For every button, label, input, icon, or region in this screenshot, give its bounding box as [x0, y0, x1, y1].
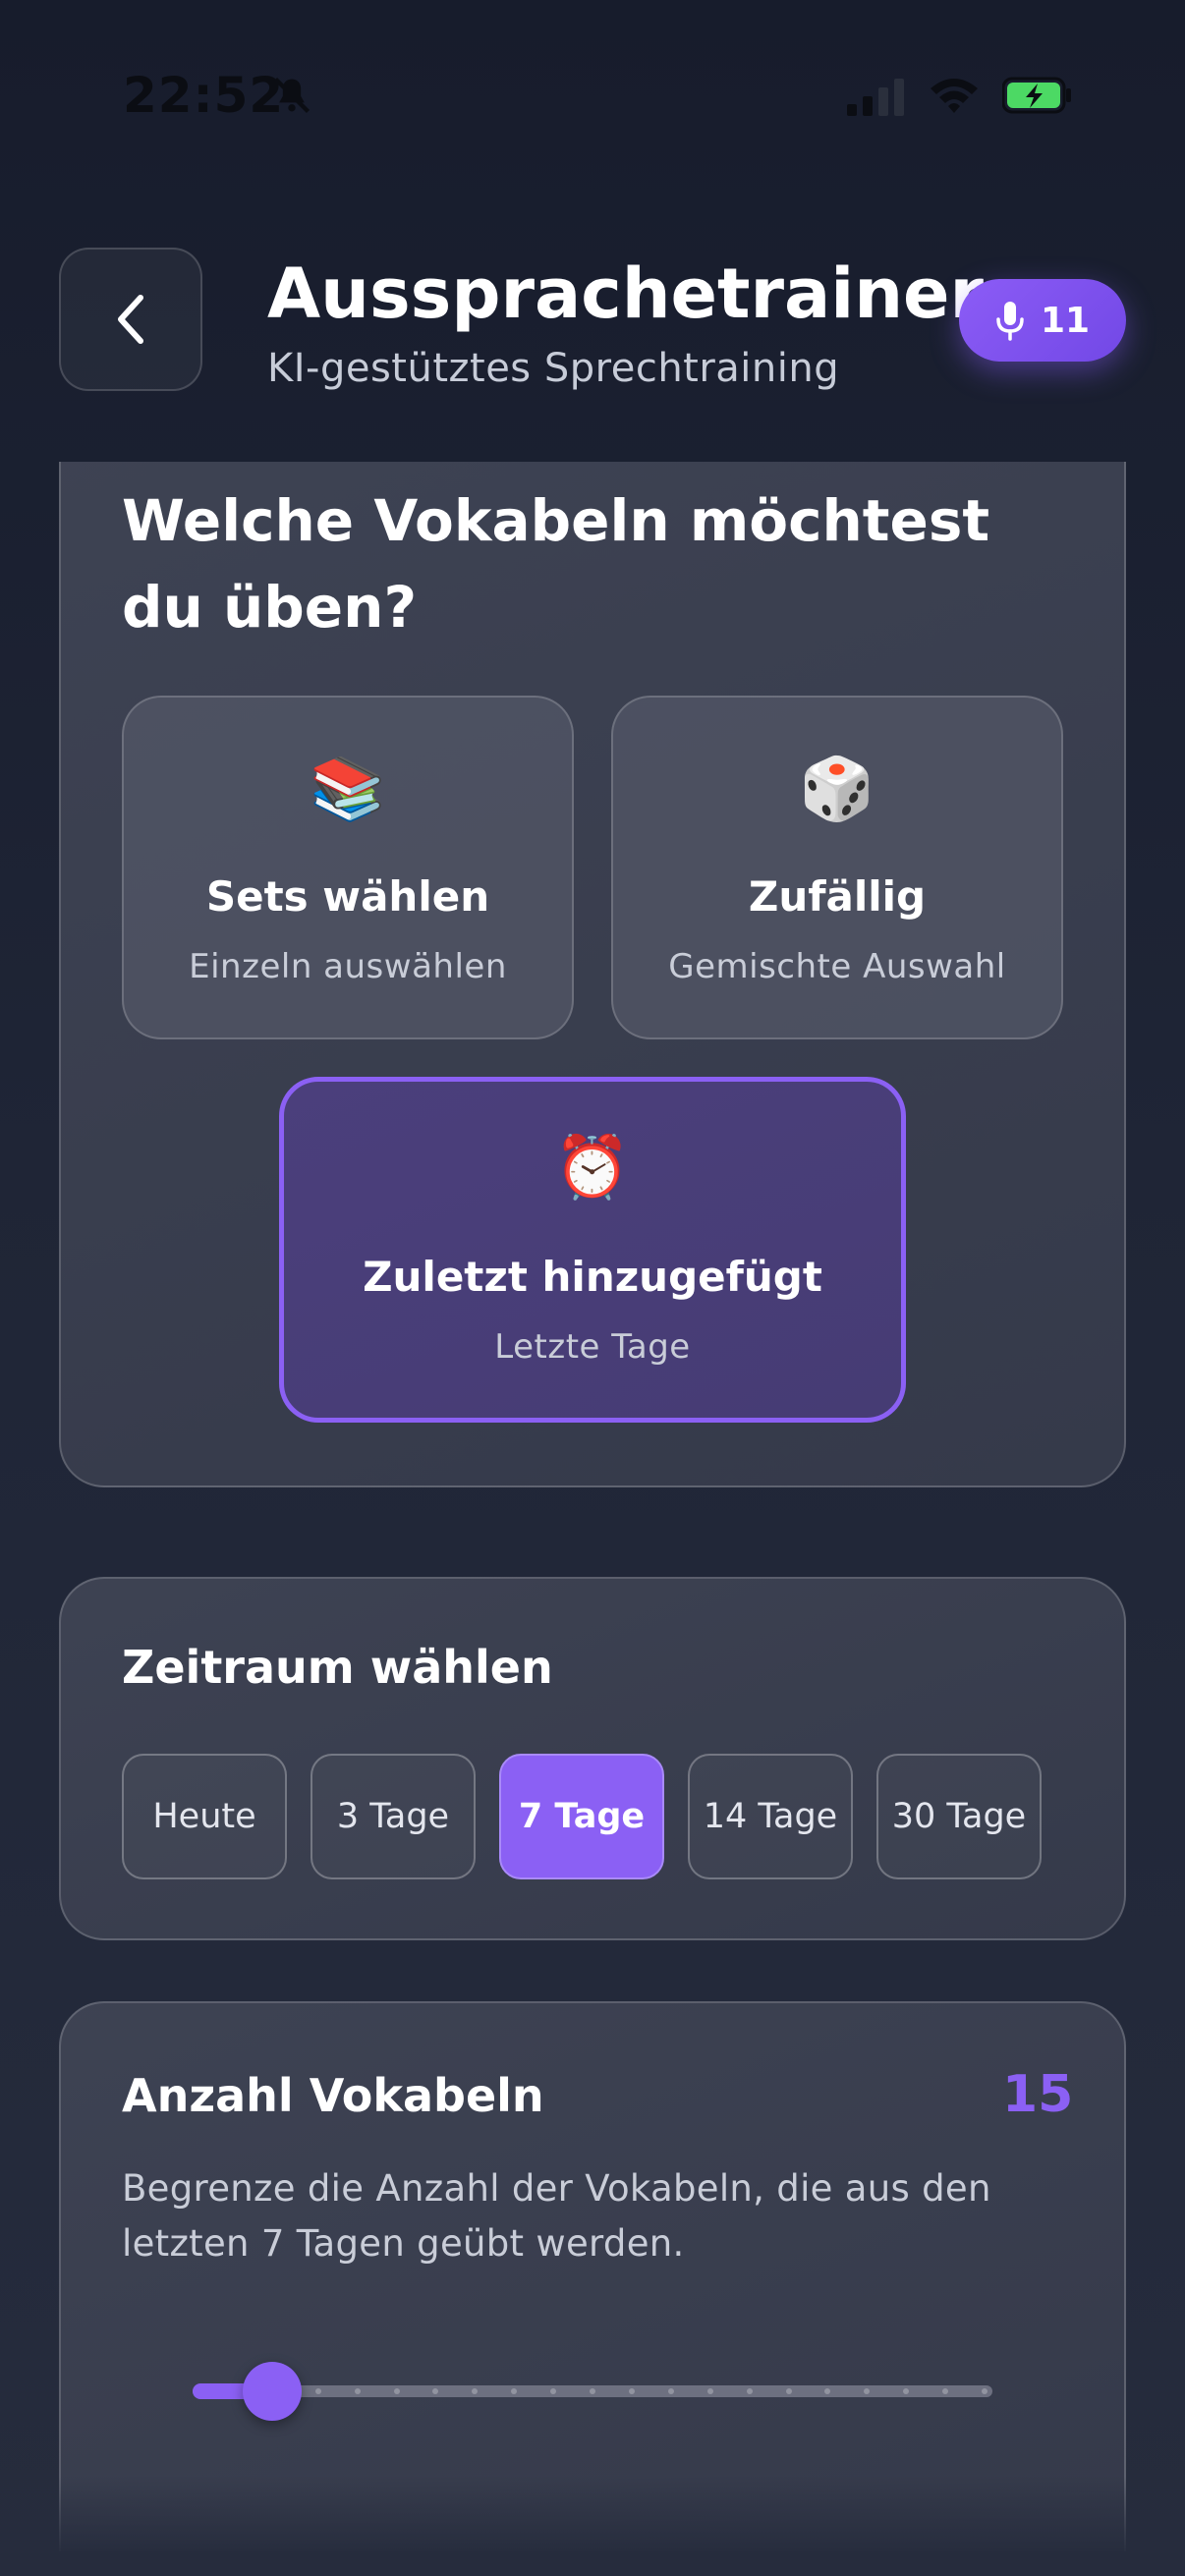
slider-tick	[746, 2388, 753, 2394]
chip-7-tage[interactable]: 7 Tage	[499, 1754, 664, 1879]
option-subtitle: Einzeln auswählen	[189, 947, 507, 986]
slider-tick	[590, 2388, 595, 2394]
chip-heute[interactable]: Heute	[122, 1754, 287, 1879]
slider-tick	[785, 2388, 792, 2394]
time-range-title: Zeitraum wählen	[122, 1641, 553, 1694]
slider-tick	[667, 2388, 674, 2394]
dice-icon: 🎲	[799, 753, 875, 824]
page-title: Aussprachetrainer	[267, 253, 985, 334]
status-time: 22:52	[123, 67, 285, 124]
slider-tick	[706, 2388, 713, 2394]
page-subtitle: KI-gestütztes Sprechtraining	[267, 346, 840, 391]
books-icon: 📚	[310, 753, 386, 824]
vocab-count-title: Anzahl Vokabeln	[122, 2069, 544, 2122]
microphone-count: 11	[1040, 300, 1091, 341]
option-zuletzt-hinzugefuegt[interactable]: ⏰ Zuletzt hinzugefügt Letzte Tage	[279, 1077, 906, 1423]
back-button[interactable]	[59, 248, 202, 391]
microphone-count-badge[interactable]: 11	[959, 279, 1126, 362]
option-subtitle: Gemischte Auswahl	[668, 947, 1006, 986]
selection-question: Welche Vokabeln möchtest du üben?	[122, 487, 990, 641]
cellular-signal-icon	[847, 79, 904, 116]
slider-tick	[628, 2388, 635, 2394]
option-title: Sets wählen	[205, 872, 490, 921]
vocab-count-slider-thumb[interactable]	[243, 2362, 303, 2421]
vocab-count-value: 15	[1002, 2065, 1074, 2124]
vocab-count-description: Begrenze die Anzahl der Vokabeln, die au…	[122, 2167, 991, 2265]
slider-tick	[314, 2388, 321, 2394]
option-sets-waehlen[interactable]: 📚 Sets wählen Einzeln auswählen	[122, 696, 574, 1039]
slider-tick	[982, 2388, 988, 2394]
alarm-clock-icon: ⏰	[554, 1131, 631, 1203]
slider-tick	[354, 2388, 361, 2394]
wifi-icon	[931, 79, 978, 113]
battery-charging-icon	[1002, 77, 1071, 114]
chip-14-tage[interactable]: 14 Tage	[688, 1754, 853, 1879]
slider-tick	[393, 2388, 400, 2394]
bell-muted-icon	[273, 77, 310, 114]
chip-3-tage[interactable]: 3 Tage	[310, 1754, 476, 1879]
option-title: Zuletzt hinzugefügt	[363, 1253, 822, 1301]
microphone-icon	[996, 302, 1024, 341]
option-zufaellig[interactable]: 🎲 Zufällig Gemischte Auswahl	[611, 696, 1063, 1039]
bottom-fade	[0, 2476, 1185, 2576]
chip-30-tage[interactable]: 30 Tage	[876, 1754, 1042, 1879]
chevron-left-icon	[118, 295, 143, 344]
option-title: Zufällig	[748, 872, 927, 921]
option-subtitle: Letzte Tage	[494, 1327, 691, 1367]
